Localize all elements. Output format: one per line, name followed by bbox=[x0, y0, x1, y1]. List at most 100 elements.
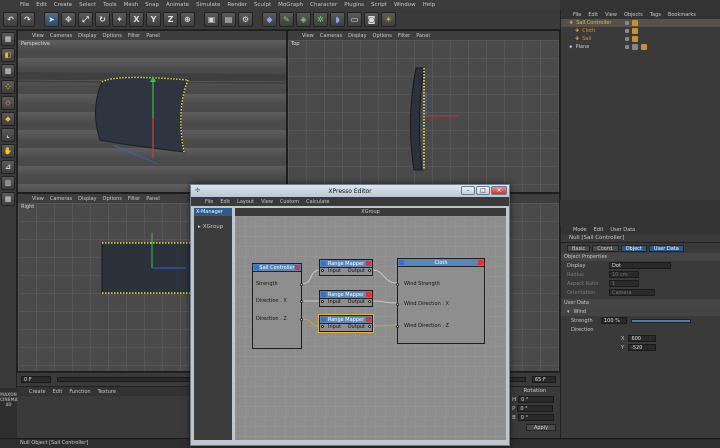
apply-button[interactable]: Apply bbox=[526, 424, 556, 431]
floor-icon[interactable]: ▭ bbox=[347, 12, 362, 27]
menu-select[interactable]: Select bbox=[79, 2, 96, 8]
xpresso-tag-icon[interactable] bbox=[632, 20, 639, 26]
object-row[interactable]: ⬥ Plane bbox=[561, 43, 720, 51]
menu-help[interactable]: Help bbox=[423, 2, 436, 8]
menu-create[interactable]: Create bbox=[54, 2, 72, 8]
strength-field[interactable]: 100 % bbox=[601, 317, 627, 324]
render-picture-icon[interactable]: ▤ bbox=[221, 12, 236, 27]
vp-menu-panel[interactable]: Panel bbox=[146, 33, 160, 39]
am-menu-mode[interactable]: Mode bbox=[573, 227, 587, 233]
object-row[interactable]: ✚ Sail Controller bbox=[561, 19, 720, 27]
texture-tag-icon[interactable] bbox=[631, 44, 638, 50]
direction-y-field[interactable]: -520 bbox=[628, 344, 657, 351]
xp-menu-calculate[interactable]: Calculate bbox=[306, 199, 329, 205]
xpresso-canvas[interactable]: XGroup Sail Controller Strength Directio… bbox=[235, 208, 506, 440]
edges-mode-icon[interactable]: ◇ bbox=[1, 96, 15, 110]
menu-edit[interactable]: Edit bbox=[36, 2, 47, 8]
menu-snap[interactable]: Snap bbox=[145, 2, 159, 8]
xp-menu-layout[interactable]: Layout bbox=[237, 199, 254, 205]
vp-menu-options[interactable]: Options bbox=[103, 196, 122, 202]
points-mode-icon[interactable]: ⁘ bbox=[1, 80, 15, 94]
input-port[interactable] bbox=[321, 300, 324, 303]
vp-menu-cameras[interactable]: Cameras bbox=[50, 196, 72, 202]
vp-menu-view[interactable]: View bbox=[302, 33, 314, 39]
camera-icon[interactable]: ◙ bbox=[364, 12, 379, 27]
move-icon[interactable]: ✥ bbox=[61, 12, 76, 27]
visibility-dot-icon[interactable] bbox=[625, 21, 630, 25]
cube-icon[interactable]: ◆ bbox=[262, 12, 277, 27]
menu-mograph[interactable]: MoGraph bbox=[278, 2, 303, 8]
om-menu-bookmarks[interactable]: Bookmarks bbox=[668, 12, 696, 18]
undo-icon[interactable]: ↶ bbox=[3, 12, 18, 27]
menu-animate[interactable]: Animate bbox=[166, 2, 189, 8]
axis-mode-icon[interactable]: ⌞ bbox=[1, 128, 15, 142]
am-menu-edit[interactable]: Edit bbox=[594, 227, 604, 233]
redo-icon[interactable]: ↷ bbox=[20, 12, 35, 27]
array-icon[interactable]: ✲ bbox=[313, 12, 328, 27]
am-menu-userdata[interactable]: User Data bbox=[610, 227, 635, 233]
texture-mode-icon[interactable]: ▩ bbox=[1, 64, 15, 78]
input-port[interactable] bbox=[396, 283, 399, 286]
menu-mesh[interactable]: Mesh bbox=[124, 2, 138, 8]
vp-menu-filter[interactable]: Filter bbox=[398, 33, 410, 39]
vp-menu-display[interactable]: Display bbox=[78, 196, 96, 202]
menu-simulate[interactable]: Simulate bbox=[196, 2, 220, 8]
vp-menu-cameras[interactable]: Cameras bbox=[50, 33, 72, 39]
tab-object[interactable]: Object bbox=[620, 244, 647, 252]
vp-menu-view[interactable]: View bbox=[32, 196, 44, 202]
tab-user-data[interactable]: User Data bbox=[648, 244, 684, 252]
vp-menu-display[interactable]: Display bbox=[348, 33, 366, 39]
output-port[interactable] bbox=[300, 283, 303, 286]
vp-menu-panel[interactable]: Panel bbox=[416, 33, 430, 39]
vp-menu-filter[interactable]: Filter bbox=[128, 33, 140, 39]
om-menu-view[interactable]: View bbox=[605, 12, 617, 18]
menu-script[interactable]: Script bbox=[371, 2, 387, 8]
timeline-end[interactable]: 65 F bbox=[532, 376, 556, 383]
om-menu-file[interactable]: File bbox=[573, 12, 581, 18]
output-port[interactable] bbox=[368, 325, 371, 328]
input-port[interactable] bbox=[321, 269, 324, 272]
light-icon[interactable]: ☀ bbox=[381, 12, 396, 27]
lock-icon[interactable]: ▦ bbox=[1, 192, 15, 206]
object-row[interactable]: ✚ Cloth bbox=[561, 27, 720, 35]
visibility-dot-icon[interactable] bbox=[625, 37, 630, 41]
minimize-icon[interactable]: – bbox=[461, 186, 475, 195]
y-axis-icon[interactable]: Y bbox=[146, 12, 161, 27]
coord-p-field[interactable]: 0 ° bbox=[517, 405, 554, 412]
vp-menu-options[interactable]: Options bbox=[103, 33, 122, 39]
render-view-icon[interactable]: ▣ bbox=[204, 12, 219, 27]
cloth-node[interactable]: Cloth Wind Strength Wind Direction . X W… bbox=[396, 258, 485, 344]
sail-controller-node[interactable]: Sail Controller Strength Direction . X D… bbox=[252, 263, 303, 349]
om-menu-tags[interactable]: Tags bbox=[650, 12, 661, 18]
coord-h-field[interactable]: 0 ° bbox=[518, 396, 555, 403]
chevron-down-icon[interactable]: ▾ bbox=[567, 309, 570, 315]
input-port[interactable] bbox=[396, 303, 399, 306]
vp-menu-view[interactable]: View bbox=[32, 33, 44, 39]
orientation-dropdown[interactable]: Camera bbox=[609, 289, 655, 296]
rotate-icon[interactable]: ↻ bbox=[95, 12, 110, 27]
xgroup-tree-item[interactable]: ▸ XGroup bbox=[194, 222, 232, 231]
xpresso-titlebar[interactable]: ✣ XPresso Editor – □ ✕ bbox=[191, 185, 509, 197]
input-port[interactable] bbox=[396, 325, 399, 328]
deformer-icon[interactable]: ◗ bbox=[330, 12, 345, 27]
menu-render[interactable]: Render bbox=[227, 2, 247, 8]
menu-window[interactable]: Window bbox=[394, 2, 416, 8]
om-menu-edit[interactable]: Edit bbox=[588, 12, 598, 18]
output-port[interactable] bbox=[300, 318, 303, 321]
om-menu-objects[interactable]: Objects bbox=[624, 12, 643, 18]
xp-menu-edit[interactable]: Edit bbox=[220, 199, 230, 205]
coord-b-field[interactable]: 0 ° bbox=[517, 414, 554, 421]
tab-basic[interactable]: Basic bbox=[567, 244, 591, 252]
scale-icon[interactable]: ⤢ bbox=[78, 12, 93, 27]
cloth-tag-icon[interactable] bbox=[632, 28, 639, 34]
vp-menu-cameras[interactable]: Cameras bbox=[320, 33, 342, 39]
mat-menu-function[interactable]: Function bbox=[69, 389, 90, 395]
mat-menu-edit[interactable]: Edit bbox=[53, 389, 63, 395]
pen-icon[interactable]: ✎ bbox=[279, 12, 294, 27]
viewport-top[interactable]: View Cameras Display Options Filter Pane… bbox=[287, 30, 560, 193]
range-mapper-node[interactable]: Range Mapper Input Output bbox=[319, 290, 373, 307]
visibility-dot-icon[interactable] bbox=[625, 29, 630, 33]
z-axis-icon[interactable]: Z bbox=[163, 12, 178, 27]
strength-slider[interactable] bbox=[631, 318, 691, 323]
input-port[interactable] bbox=[321, 325, 324, 328]
